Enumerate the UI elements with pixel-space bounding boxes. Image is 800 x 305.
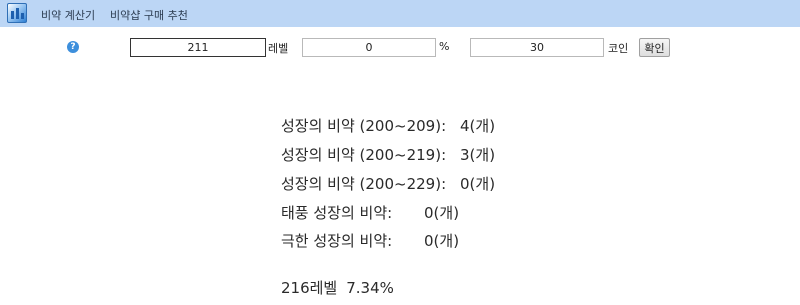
logo-bar — [21, 13, 24, 19]
result-row: 성장의 비약 (200~219): 3(개) — [281, 145, 495, 165]
app-logo-icon[interactable] — [7, 3, 27, 23]
percent-input[interactable] — [302, 38, 436, 57]
result-label: 성장의 비약 (200~219): — [281, 146, 447, 164]
result-summary: 216레벨 7.34% — [281, 278, 394, 298]
percent-unit-label: % — [439, 40, 450, 53]
result-value: 0(개) — [460, 175, 496, 193]
top-navbar: 비약 계산기 비약샵 구매 추천 — [0, 0, 800, 27]
result-value: 0(개) — [424, 204, 460, 222]
result-value: 4(개) — [460, 117, 496, 135]
result-label: 성장의 비약 (200~209): — [281, 117, 447, 135]
summary-level: 216레벨 — [281, 279, 338, 297]
confirm-button[interactable]: 확인 — [639, 38, 670, 57]
logo-bar — [16, 8, 19, 19]
help-icon[interactable]: ? — [67, 41, 79, 53]
logo-bar — [11, 11, 14, 19]
result-row: 성장의 비약 (200~229): 0(개) — [281, 174, 495, 194]
nav-link-elixir-calculator[interactable]: 비약 계산기 — [41, 7, 95, 23]
result-row: 태풍 성장의 비약: 0(개) — [281, 203, 459, 223]
coin-unit-label: 코인 — [608, 42, 629, 55]
summary-percent: 7.34% — [346, 279, 394, 297]
result-label: 태풍 성장의 비약: — [281, 204, 393, 222]
result-value: 3(개) — [460, 146, 496, 164]
result-label: 극한 성장의 비약: — [281, 232, 393, 250]
result-label: 성장의 비약 (200~229): — [281, 175, 447, 193]
level-unit-label: 레벨 — [268, 42, 289, 55]
result-value: 0(개) — [424, 232, 460, 250]
level-input[interactable] — [130, 38, 266, 57]
coin-input[interactable] — [470, 38, 604, 57]
result-row: 극한 성장의 비약: 0(개) — [281, 231, 459, 251]
nav-link-elixir-shop-recommendation[interactable]: 비약샵 구매 추천 — [110, 7, 188, 23]
result-row: 성장의 비약 (200~209): 4(개) — [281, 116, 495, 136]
